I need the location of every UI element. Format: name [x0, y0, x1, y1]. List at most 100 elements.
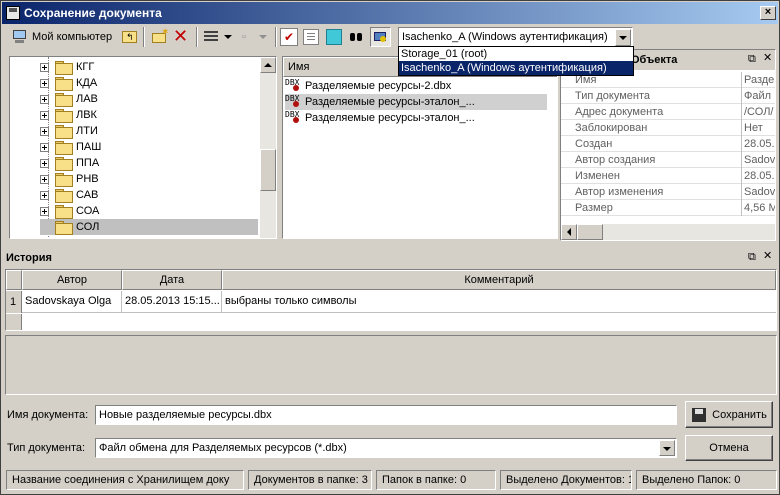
floppy-icon: [691, 407, 707, 423]
expand-icon[interactable]: [40, 158, 49, 168]
new-folder-button[interactable]: ✶: [151, 27, 169, 45]
chevron-down-icon[interactable]: [659, 440, 675, 456]
tree-item[interactable]: ЛВК: [40, 107, 97, 123]
cancel-button-label: Отмена: [709, 442, 749, 454]
status-docs-in-folder: Документов в папке: 3: [248, 470, 372, 490]
history-row-indicator-empty: [6, 314, 22, 330]
property-value: 28.05.2: [741, 168, 775, 184]
property-row: Размер 4,56 М: [561, 200, 775, 216]
scroll-down-icon[interactable]: [260, 238, 276, 239]
scroll-up-icon[interactable]: [260, 57, 276, 73]
comment-area: [5, 335, 777, 395]
expand-icon[interactable]: [40, 190, 49, 200]
pin-icon[interactable]: ⧉: [748, 252, 756, 263]
folder-icon: [55, 109, 73, 123]
pin-icon[interactable]: ⧉: [748, 54, 756, 65]
history-cell-author[interactable]: Sadovskaya Olga: [22, 291, 122, 313]
view-mode-button[interactable]: [204, 29, 234, 45]
file-list-item[interactable]: DBX Разделяемые ресурсы-эталон_...: [285, 94, 547, 110]
tree-item-label: СОЛ: [76, 221, 100, 233]
history-grid: Автор Дата Комментарий 1 Sadovskaya Olga…: [5, 269, 777, 331]
tree-item-label: САВ: [76, 189, 99, 201]
property-key: Автор создания: [575, 154, 656, 166]
tree-item-label: ЛВК: [76, 109, 97, 121]
file-list: Имя DBX Разделяемые ресурсы-2.dbx DBX Разде…: [282, 56, 558, 239]
tree-item[interactable]: САВ: [40, 187, 98, 203]
connection-select[interactable]: Isachenko_A (Windows аутентификация): [398, 27, 633, 48]
folder-icon: [55, 221, 73, 235]
property-key: Изменен: [575, 170, 620, 182]
properties-hscrollbar[interactable]: [561, 224, 775, 240]
expand-icon[interactable]: [40, 62, 49, 72]
tree-item[interactable]: СОЛ: [40, 219, 258, 235]
tree-item[interactable]: ЛТИ: [40, 123, 98, 139]
tree-item[interactable]: ПАШ: [40, 139, 101, 155]
property-value: Sadovs: [741, 152, 775, 168]
doc-type-select[interactable]: Файл обмена для Разделяемых ресурсов (*.…: [95, 438, 677, 458]
scroll-left-icon[interactable]: [561, 224, 577, 240]
properties-panel-title: Объекта: [631, 54, 678, 66]
history-col-author[interactable]: Автор: [22, 270, 122, 290]
folder-icon: [55, 157, 73, 171]
history-col-date[interactable]: Дата: [122, 270, 222, 290]
cancel-button[interactable]: Отмена: [685, 435, 773, 461]
connection-option-selected[interactable]: Isachenko_A (Windows аутентификация): [399, 61, 633, 75]
connection-toggle-button[interactable]: [370, 27, 391, 47]
history-panel-header: История ⧉ ✕: [3, 248, 777, 268]
doc-name-input[interactable]: Новые разделяемые ресурсы.dbx: [95, 405, 677, 425]
status-selected-folders: Выделено Папок: 0: [636, 470, 777, 490]
tree-item-label: ЛАВ: [76, 93, 98, 105]
folder-icon: [55, 173, 73, 187]
property-row: Заблокирован Нет: [561, 120, 775, 136]
history-cell-date[interactable]: 28.05.2013 15:15...: [122, 291, 222, 313]
close-icon[interactable]: ×: [760, 6, 776, 20]
expand-icon[interactable]: [40, 126, 49, 136]
file-name: Разделяемые ресурсы-2.dbx: [305, 80, 452, 92]
property-value: Файл: [741, 88, 775, 104]
property-value: Разде: [741, 72, 775, 88]
scroll-right-icon[interactable]: [759, 240, 775, 241]
tree-item[interactable]: СОА: [40, 203, 99, 219]
connection-option[interactable]: Storage_01 (root): [399, 47, 633, 61]
disabled-dropdown-button: ▫: [241, 29, 271, 45]
property-key: Создан: [575, 138, 613, 150]
properties-scroll-thumb[interactable]: [577, 224, 603, 240]
tree-scrollbar[interactable]: [260, 57, 276, 238]
file-list-item[interactable]: DBX Разделяемые ресурсы-эталон_...: [285, 110, 547, 126]
tree-scroll-thumb[interactable]: [260, 149, 276, 191]
close-icon[interactable]: ✕: [763, 53, 772, 64]
doc-type-value: Файл обмена для Разделяемых ресурсов (*.…: [99, 442, 347, 454]
folder-icon: [55, 125, 73, 139]
expand-icon[interactable]: [40, 94, 49, 104]
check-icon[interactable]: ✔: [280, 28, 298, 46]
tree-item[interactable]: РНВ: [40, 171, 99, 187]
property-row: Тип документа Файл: [561, 88, 775, 104]
expand-icon[interactable]: [40, 110, 49, 120]
binoculars-icon[interactable]: [348, 29, 366, 45]
delete-icon[interactable]: ✕: [173, 26, 191, 46]
history-cell-comment[interactable]: выбраны только символы: [222, 291, 776, 313]
chevron-down-icon[interactable]: [615, 29, 631, 46]
document-icon[interactable]: [303, 29, 319, 45]
save-button[interactable]: Сохранить: [685, 401, 773, 428]
close-icon[interactable]: ✕: [763, 251, 772, 262]
expand-icon[interactable]: [40, 174, 49, 184]
expand-icon[interactable]: [40, 78, 49, 88]
save-button-label: Сохранить: [712, 408, 767, 421]
tree-item[interactable]: ППА: [40, 155, 99, 171]
tree-item-label: РНВ: [76, 173, 99, 185]
splitter[interactable]: [279, 56, 281, 239]
cyan-square-icon[interactable]: [326, 29, 342, 45]
history-col-comment[interactable]: Комментарий: [222, 270, 776, 290]
expand-icon[interactable]: [40, 142, 49, 152]
folder-up-button[interactable]: ↰: [121, 29, 139, 45]
doc-type-label: Тип документа:: [7, 442, 86, 454]
property-row: Создан 28.05.2: [561, 136, 775, 152]
file-list-item[interactable]: DBX Разделяемые ресурсы-2.dbx: [285, 78, 547, 94]
expand-icon[interactable]: [40, 206, 49, 216]
tree-item-label: КГГ: [76, 61, 95, 73]
my-computer-button[interactable]: Мой компьютер: [9, 26, 115, 48]
tree-item[interactable]: КГГ: [40, 59, 94, 75]
tree-item[interactable]: КДА: [40, 75, 97, 91]
tree-item[interactable]: ЛАВ: [40, 91, 98, 107]
